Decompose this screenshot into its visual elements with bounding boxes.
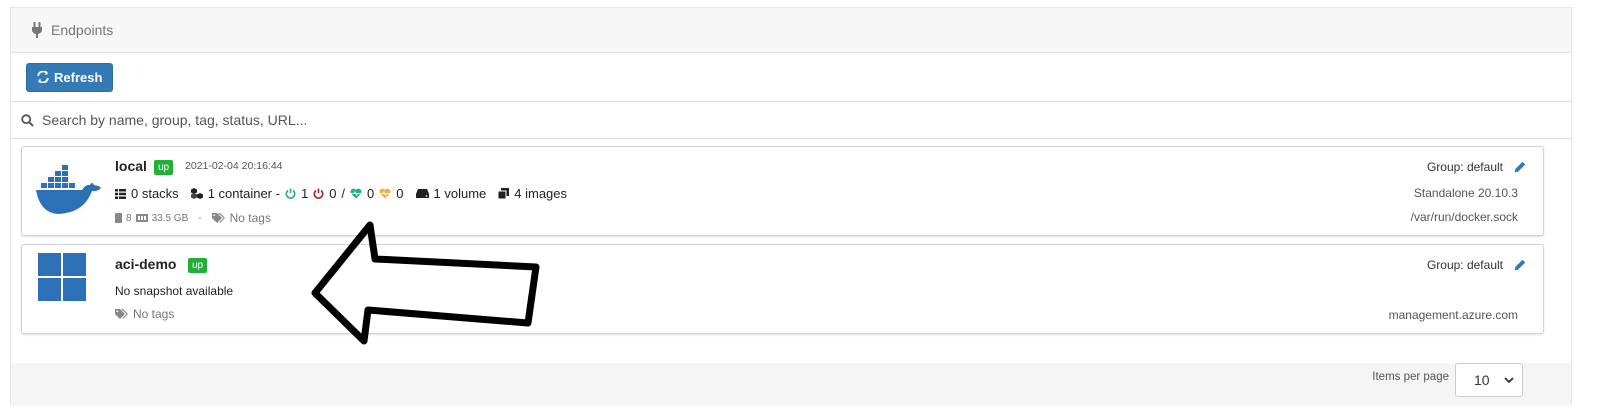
tags-label: No tags (133, 307, 175, 321)
search-bar (11, 101, 1571, 139)
separator: / (341, 186, 346, 201)
stack-list-icon (115, 188, 126, 199)
power-on-icon (285, 188, 296, 199)
tags-label: No tags (229, 211, 271, 225)
endpoint-name[interactable]: local (115, 158, 147, 174)
cpu-icon (115, 213, 122, 223)
platform-version: Standalone 20.10.3 (1413, 186, 1518, 200)
docker-logo (36, 165, 101, 214)
endpoint-meta: No tags (115, 307, 174, 321)
tags-icon (211, 212, 225, 223)
containers-stat: 1 container - 1 0 / 0 0 (190, 186, 404, 201)
azure-windows-logo (38, 253, 86, 301)
hdd-icon (415, 189, 429, 198)
chevron-down-icon (1504, 376, 1514, 383)
heartbeat-icon (350, 188, 362, 199)
annotation-arrow (311, 221, 540, 345)
containers-count: 1 container - (207, 186, 280, 201)
panel-title: Endpoints (51, 22, 114, 38)
items-per-page-label: Items per page (1372, 371, 1449, 383)
tags-icon (115, 308, 128, 319)
plug-icon (32, 22, 42, 38)
endpoint-card-local[interactable]: local up 2021-02-04 20:16:44 0 stacks 1 … (21, 146, 1544, 236)
stacks-stat: 0 stacks (115, 186, 179, 201)
pencil-edit-icon[interactable] (1514, 161, 1526, 173)
images-stat: 4 images (498, 186, 567, 201)
status-badge: up (188, 258, 208, 273)
heartbeat-warning-icon (379, 188, 391, 199)
endpoint-url: /var/run/docker.sock (1410, 210, 1518, 224)
group-label: Group: default (1426, 258, 1503, 272)
items-per-page-value: 10 (1474, 372, 1490, 388)
memory-size: 33.5 GB (151, 212, 189, 224)
refresh-label: Refresh (54, 69, 103, 85)
endpoint-meta: 8 33.5 GB - No tags (115, 211, 271, 225)
panel-body: Refresh local up 2021- (11, 52, 1571, 363)
running-count: 1 (300, 186, 309, 201)
volumes-count: 1 volume (433, 186, 487, 201)
power-off-icon (313, 188, 324, 199)
status-badge: up (154, 160, 174, 175)
snapshot-timestamp: 2021-02-04 20:16:44 (185, 160, 283, 172)
cubes-icon (190, 188, 203, 199)
endpoint-stats: 0 stacks 1 container - 1 0 / 0 0 1 volum… (115, 186, 579, 201)
refresh-button[interactable]: Refresh (26, 62, 114, 92)
endpoints-widget: Endpoints Refresh Search by name, group,… (10, 7, 1572, 406)
endpoint-url: management.azure.com (1388, 308, 1518, 322)
endpoint-card-aci-demo[interactable]: aci-demo up No snapshot available No tag… (21, 244, 1544, 334)
snapshot-status: No snapshot available (115, 284, 234, 298)
unhealthy-count: 0 (396, 186, 404, 201)
endpoint-name[interactable]: aci-demo (115, 256, 176, 272)
pencil-edit-icon[interactable] (1514, 259, 1526, 271)
refresh-icon (37, 71, 49, 83)
meta-separator: - (198, 212, 202, 224)
stacks-count: 0 stacks (131, 186, 179, 201)
search-icon (21, 113, 34, 127)
group-label: Group: default (1426, 160, 1503, 174)
panel-header: Endpoints (11, 8, 1571, 52)
search-input[interactable] (42, 112, 1571, 128)
stopped-count: 0 (329, 186, 337, 201)
clone-icon (498, 188, 510, 199)
pagination-footer: Items per page 10 (11, 363, 1571, 406)
volumes-stat: 1 volume (415, 186, 487, 201)
items-per-page-select[interactable]: 10 (1455, 363, 1523, 397)
cpu-count: 8 (126, 212, 132, 224)
toolbar: Refresh (11, 53, 1571, 101)
images-count: 4 images (514, 186, 568, 201)
healthy-count: 0 (367, 186, 375, 201)
memory-icon (135, 214, 148, 222)
